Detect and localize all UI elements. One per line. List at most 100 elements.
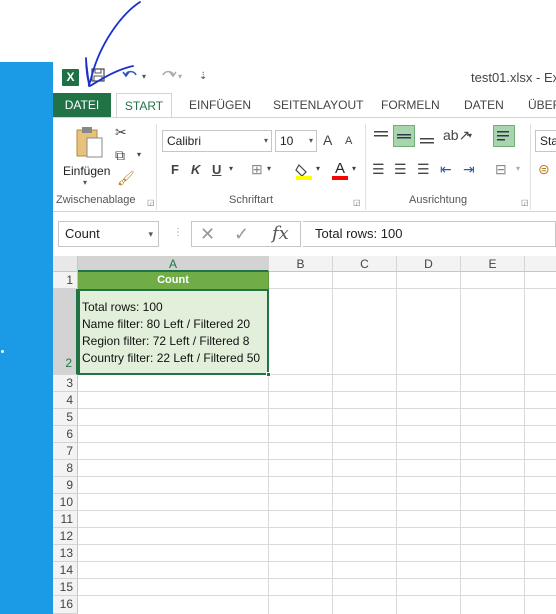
- insert-function-icon[interactable]: fx: [272, 223, 289, 245]
- font-name-select[interactable]: Calibri ▾: [162, 130, 272, 152]
- desktop-top-area: [0, 0, 556, 62]
- column-header-c[interactable]: C: [333, 256, 397, 272]
- name-box[interactable]: Count ▾: [58, 221, 159, 247]
- align-bottom-icon[interactable]: [419, 130, 435, 144]
- increase-indent-icon[interactable]: ⇥: [463, 161, 475, 178]
- column-header-f[interactable]: [525, 256, 556, 272]
- desktop-left-area: [0, 62, 53, 614]
- merge-dropdown-icon[interactable]: ▾: [516, 164, 520, 173]
- row-header-7[interactable]: 7: [53, 443, 78, 460]
- row-header-2[interactable]: 2: [53, 289, 78, 375]
- paste-button[interactable]: Einfügen: [63, 164, 110, 178]
- formula-bar-handle-icon[interactable]: ⋮: [173, 227, 183, 238]
- align-top-icon[interactable]: [373, 130, 389, 144]
- gridline: [78, 595, 556, 596]
- row-header-11[interactable]: 11: [53, 511, 78, 528]
- column-header-d[interactable]: D: [397, 256, 461, 272]
- number-format-select[interactable]: Sta: [535, 130, 556, 152]
- tab-data[interactable]: DATEN: [458, 93, 510, 117]
- tab-review[interactable]: ÜBER: [522, 93, 556, 117]
- border-icon[interactable]: ⊞: [251, 161, 263, 178]
- column-header-e[interactable]: E: [461, 256, 525, 272]
- row-header-8[interactable]: 8: [53, 460, 78, 477]
- gridline: [460, 272, 461, 614]
- align-left-icon[interactable]: ☰: [372, 161, 385, 178]
- cell-line-region-filter: Region filter: 72 Left / Filtered 8: [82, 334, 250, 348]
- column-header-b[interactable]: B: [269, 256, 333, 272]
- align-right-icon[interactable]: ☰: [417, 161, 430, 178]
- row-header-6[interactable]: 6: [53, 426, 78, 443]
- wrap-text-icon[interactable]: [493, 125, 515, 147]
- gridline: [78, 408, 556, 409]
- cut-icon[interactable]: ✂: [115, 124, 127, 141]
- cancel-icon[interactable]: ✕: [200, 223, 215, 245]
- cell-a1-header[interactable]: Count: [78, 272, 269, 289]
- alignment-launcher-icon[interactable]: ◲: [521, 198, 529, 207]
- gridline: [396, 272, 397, 614]
- tab-formulas[interactable]: FORMELN: [375, 93, 446, 117]
- tab-start[interactable]: START: [116, 93, 172, 118]
- customize-quick-access-icon[interactable]: ⇣: [199, 67, 207, 87]
- italic-button[interactable]: K: [191, 162, 200, 177]
- select-all-corner[interactable]: [53, 256, 78, 272]
- fill-color-icon[interactable]: [295, 162, 313, 180]
- row-header-4[interactable]: 4: [53, 392, 78, 409]
- border-dropdown-icon[interactable]: ▾: [267, 164, 271, 173]
- font-size-select[interactable]: 10 ▾: [275, 130, 317, 152]
- gridline: [78, 527, 556, 528]
- align-center-icon[interactable]: ☰: [394, 161, 407, 178]
- shrink-font-icon[interactable]: A: [345, 135, 352, 147]
- merge-center-icon[interactable]: ⊟: [495, 161, 507, 178]
- undo-icon[interactable]: [121, 67, 141, 87]
- row-header-1[interactable]: 1: [53, 272, 78, 289]
- gridline: [78, 425, 556, 426]
- underline-button[interactable]: U: [212, 162, 221, 177]
- save-icon[interactable]: [91, 67, 105, 87]
- copy-icon[interactable]: ⧉: [115, 147, 125, 164]
- row-header-10[interactable]: 10: [53, 494, 78, 511]
- row-header-5[interactable]: 5: [53, 409, 78, 426]
- format-painter-icon[interactable]: 🖌: [117, 170, 135, 187]
- copy-dropdown-icon[interactable]: ▾: [137, 150, 141, 159]
- align-middle-icon[interactable]: [393, 125, 415, 147]
- undo-dropdown-icon[interactable]: ▾: [142, 67, 146, 87]
- orientation-dropdown-icon[interactable]: ▾: [468, 131, 472, 140]
- font-launcher-icon[interactable]: ◲: [353, 198, 361, 207]
- fill-handle[interactable]: [266, 372, 271, 377]
- redo-dropdown-icon[interactable]: ▾: [178, 67, 182, 87]
- cell-a2-selected[interactable]: Total rows: 100 Name filter: 80 Left / F…: [78, 289, 269, 375]
- clipboard-launcher-icon[interactable]: ◲: [147, 198, 155, 207]
- gridline: [332, 272, 333, 614]
- enter-icon[interactable]: ✓: [234, 223, 249, 245]
- orientation-icon[interactable]: ab↗: [443, 127, 470, 144]
- row-header-14[interactable]: 14: [53, 562, 78, 579]
- tab-insert[interactable]: EINFÜGEN: [183, 93, 257, 117]
- tab-page-layout[interactable]: SEITENLAYOUT: [267, 93, 369, 117]
- row-header-15[interactable]: 15: [53, 579, 78, 596]
- paste-dropdown-icon[interactable]: ▾: [83, 178, 87, 187]
- column-header-a[interactable]: A: [78, 256, 269, 272]
- decrease-indent-icon[interactable]: ⇤: [440, 161, 452, 178]
- paste-icon[interactable]: [73, 126, 105, 160]
- font-color-dropdown-icon[interactable]: ▾: [352, 164, 356, 173]
- font-group-label: Schriftart: [229, 194, 274, 206]
- currency-format-icon[interactable]: ⊜: [538, 161, 550, 178]
- underline-dropdown-icon[interactable]: ▾: [229, 164, 233, 173]
- tab-file[interactable]: DATEI: [53, 93, 111, 117]
- desktop-dot: [1, 350, 4, 353]
- row-header-12[interactable]: 12: [53, 528, 78, 545]
- bold-button[interactable]: F: [171, 162, 179, 177]
- font-color-icon[interactable]: A: [331, 160, 349, 180]
- group-separator: [365, 124, 366, 210]
- row-header-9[interactable]: 9: [53, 477, 78, 494]
- row-header-16[interactable]: 16: [53, 596, 78, 614]
- redo-icon[interactable]: [158, 67, 178, 87]
- cell-line-total-rows: Total rows: 100: [82, 300, 163, 314]
- formula-input[interactable]: Total rows: 100: [303, 221, 556, 247]
- row-header-13[interactable]: 13: [53, 545, 78, 562]
- grow-font-icon[interactable]: A: [323, 132, 332, 148]
- row-header-3[interactable]: 3: [53, 375, 78, 392]
- clipboard-group-label: Zwischenablage: [56, 194, 136, 206]
- cell-line-country-filter: Country filter: 22 Left / Filtered 50: [82, 351, 261, 365]
- fill-color-dropdown-icon[interactable]: ▾: [316, 164, 320, 173]
